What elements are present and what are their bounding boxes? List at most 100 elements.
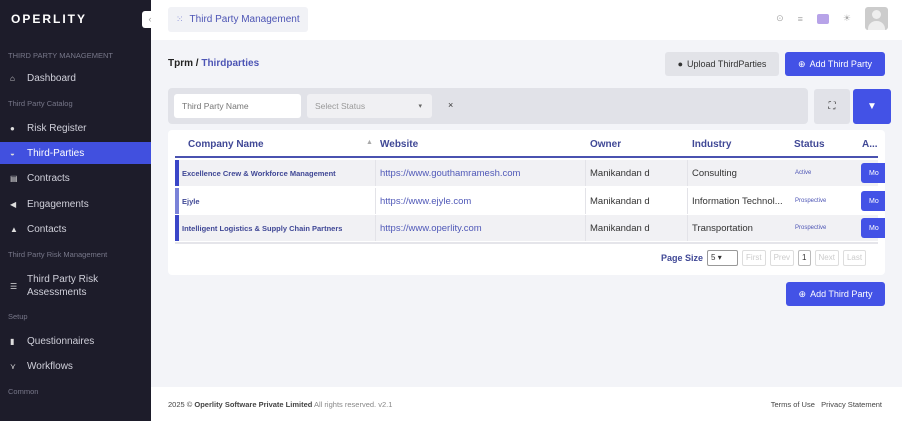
chat-icon[interactable] [816,13,829,24]
plus-circle-icon: ● [677,59,684,69]
section-label: Common [8,387,39,396]
sidebar-item-questionnaires[interactable]: ▮ Questionnaires [0,330,151,352]
upload-thirdparties-button[interactable]: ● Upload ThirdParties [665,52,779,76]
sidebar-item-risk-register[interactable]: ● Risk Register [0,117,151,139]
privacy-link[interactable]: Privacy Statement [821,400,882,409]
user-icon: ▲ [10,224,18,234]
record-icon[interactable]: ⊙ [776,13,784,24]
industry: Information Technol... [687,188,791,214]
company-name[interactable]: Intelligent Logistics & Supply Chain Par… [182,215,342,241]
plus-circle-icon: ⊕ [798,288,807,299]
title-text: Third Party Management [189,14,300,25]
avatar[interactable] [865,7,888,30]
sidebar-item-contracts[interactable]: ▤ Contracts [0,167,151,189]
page-size-label: Page Size [661,253,704,263]
sidebar-item-third-parties[interactable]: ◒ Third-Parties [0,142,151,164]
breadcrumb-sep: / [195,58,199,69]
workflow-icon: ⋎ [10,361,16,371]
rights-text: All rights reserved. v2.1 [314,400,393,409]
label: Add Third Party [810,289,873,299]
more-button[interactable]: Mo [861,163,885,183]
terms-link[interactable]: Terms of Use [771,400,815,409]
section-label: THIRD PARTY MANAGEMENT [8,51,114,60]
label: Dashboard [27,72,76,84]
clipboard-icon: ▮ [10,336,15,346]
third-parties-table: Company Name ▲ Website Owner Industry St… [168,130,885,275]
company-name[interactable]: Excellence Crew & Workforce Management [182,160,336,186]
risk-icon: ● [10,123,15,133]
owner: Manikandan d [585,160,650,186]
more-button[interactable]: Mo [861,191,885,211]
section-label: Third Party Risk Management [8,250,108,259]
megaphone-icon: ◀ [10,199,17,209]
filter-button[interactable]: ▼ [853,89,891,124]
sort-asc-icon[interactable]: ▲ [366,139,373,146]
col-status[interactable]: Status [794,139,825,150]
company-name[interactable]: Ejyle [182,188,200,214]
company-name: Operlity Software Private Limited [194,400,313,409]
sidebar-item-contacts[interactable]: ▲ Contacts [0,218,151,240]
next-page-button[interactable]: Next [814,250,839,266]
plus-circle-icon: ⊕ [798,58,806,69]
clear-filter-button[interactable]: × [448,100,453,110]
label: Select Status [315,101,366,111]
handshake-icon: ◒ [10,148,15,158]
header-divider [175,156,878,158]
label: Contracts [27,172,70,184]
breadcrumb-current: Thirdparties [201,58,260,69]
last-page-button[interactable]: Last [842,250,867,266]
prev-page-button[interactable]: Prev [769,250,795,266]
col-actions[interactable]: A... [862,139,878,150]
add-third-party-button-bottom[interactable]: ⊕ Add Third Party [786,282,885,306]
sidebar: OPERLITY THIRD PARTY MANAGEMENT ⌂ Dashboa… [0,0,151,421]
website-link[interactable]: https://www.operlity.com [375,215,482,241]
label: 5 [711,253,716,262]
breadcrumb-root[interactable]: Tprm [168,58,193,69]
col-owner[interactable]: Owner [590,139,621,150]
filter-icon: ▼ [867,101,877,112]
menu-icon[interactable]: ≡ [798,14,803,24]
divider [175,242,878,244]
more-button[interactable]: Mo [861,218,885,238]
table-row[interactable]: Excellence Crew & Workforce Management h… [175,160,885,186]
fullscreen-button[interactable]: ⛶ [814,89,850,124]
sidebar-item-engagements[interactable]: ◀ Engagements [0,193,151,215]
label: Engagements [27,198,89,210]
theme-toggle-icon[interactable]: ☀ [843,13,851,24]
first-page-button[interactable]: First [742,250,766,266]
grid-icon: ⁙ [176,14,184,24]
pagination: Page Size 5 ▾ First Prev 1 Next Last [661,250,867,266]
label: Workflows [27,360,73,372]
col-industry[interactable]: Industry [692,139,731,150]
page-1-button[interactable]: 1 [798,250,811,266]
website-link[interactable]: https://www.gouthamramesh.com [375,160,520,186]
table-row[interactable]: Intelligent Logistics & Supply Chain Par… [175,215,885,241]
status-badge: Active [795,170,812,176]
website-link[interactable]: https://www.ejyle.com [375,188,471,214]
logo: OPERLITY [11,12,88,26]
expand-icon: ⛶ [828,101,836,112]
home-icon: ⌂ [10,73,15,83]
collapse-sidebar-button[interactable]: ‹ [142,11,158,28]
chevron-down-icon: ▾ [418,103,422,110]
app-title[interactable]: ⁙ Third Party Management [168,7,308,32]
third-party-name-input[interactable] [174,94,301,118]
add-third-party-button[interactable]: ⊕ Add Third Party [785,52,885,76]
footer: 2025 © Operlity Software Private Limited… [151,387,902,421]
section-label: Setup [8,312,28,321]
file-icon: ▤ [10,173,18,183]
status-select[interactable]: Select Status ▾ [307,94,432,118]
label: Questionnaires [27,335,95,347]
sidebar-item-dashboard[interactable]: ⌂ Dashboard [0,67,151,89]
sidebar-item-risk-assessments[interactable]: ☰ Third Party Risk Assessments [0,271,151,301]
page-size-select[interactable]: 5 ▾ [707,250,739,266]
owner: Manikandan d [585,188,650,214]
label: Third Party Risk Assessments [27,274,99,298]
sidebar-item-workflows[interactable]: ⋎ Workflows [0,355,151,377]
industry: Transportation [687,215,791,241]
owner: Manikandan d [585,215,650,241]
table-row[interactable]: Ejyle https://www.ejyle.com Manikandan d… [175,188,885,214]
copyright-year: 2025 © [168,400,193,409]
col-company-name[interactable]: Company Name [188,139,264,150]
col-website[interactable]: Website [380,139,418,150]
